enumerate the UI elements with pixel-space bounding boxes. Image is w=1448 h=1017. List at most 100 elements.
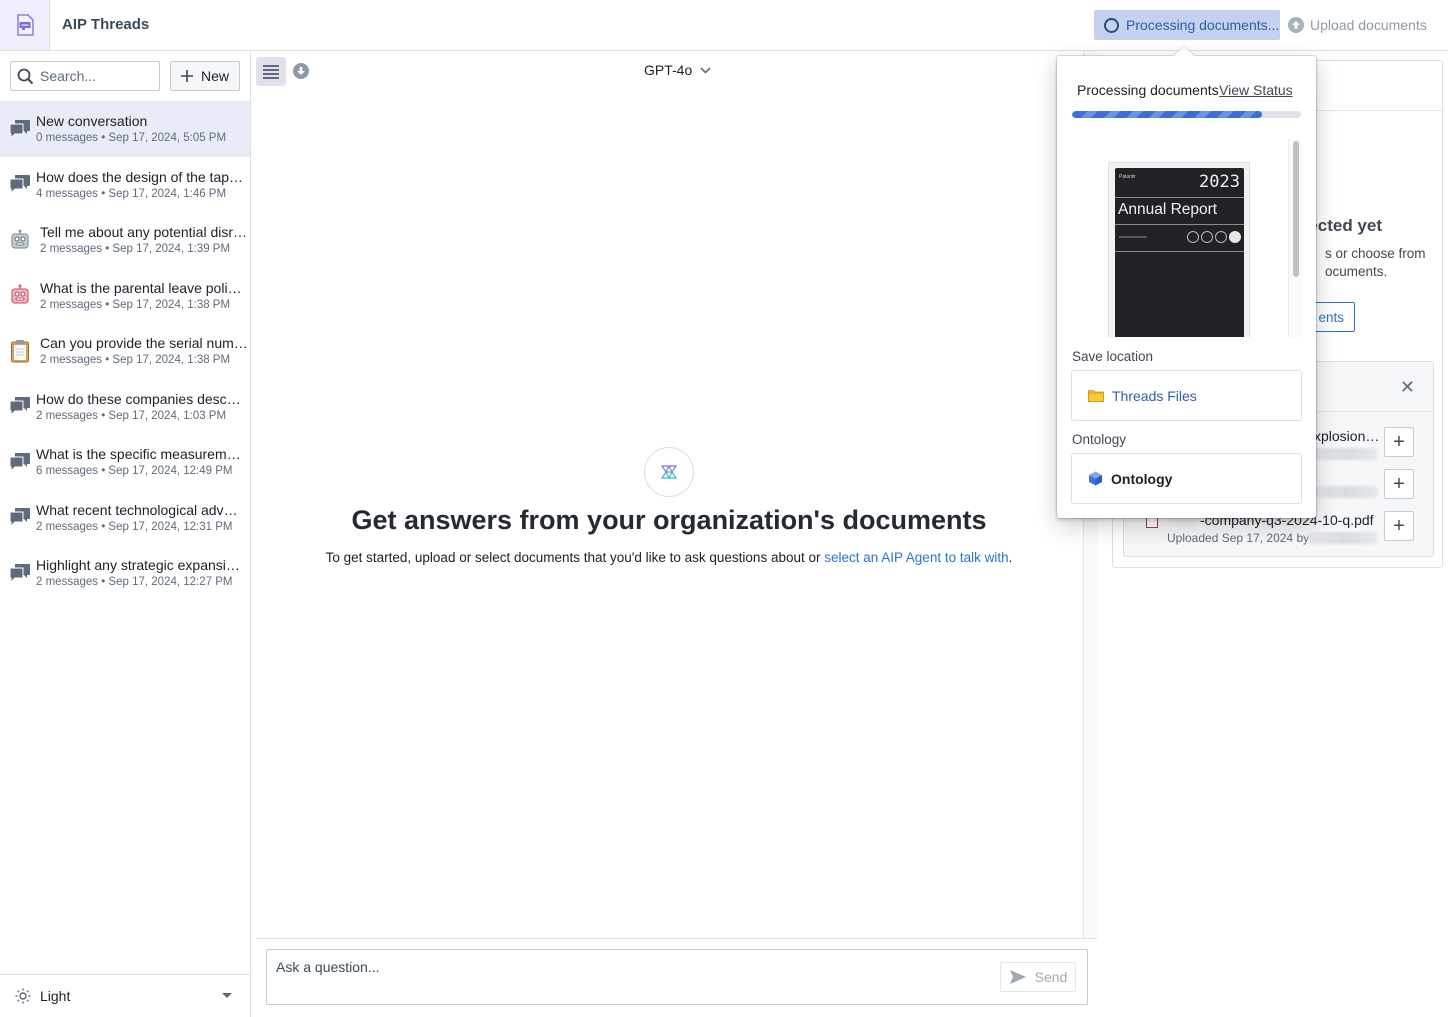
empty-state-text: s or choose from ocuments. <box>1325 246 1426 279</box>
document-preview-area: Palantir 2023 Annual Report <box>1072 140 1301 337</box>
add-document-button[interactable]: + <box>1384 469 1414 499</box>
conversation-item[interactable]: How do these companies describ… 2 messag… <box>0 379 250 435</box>
add-document-button[interactable]: + <box>1384 511 1414 541</box>
preview-scrollbar[interactable] <box>1288 139 1302 337</box>
redacted-text <box>1308 532 1378 544</box>
new-label: New <box>200 68 229 84</box>
app-icon[interactable] <box>0 0 50 50</box>
chat-bubbles-icon <box>8 561 32 585</box>
redacted-text <box>1314 448 1378 460</box>
ontology-value: Ontology <box>1111 470 1173 487</box>
hero-text: To get started, upload or select documen… <box>325 550 825 565</box>
search-input[interactable] <box>40 68 150 84</box>
app-title: AIP Threads <box>62 16 150 33</box>
send-label: Send <box>1034 969 1068 985</box>
save-location-selector[interactable]: Threads Files <box>1071 370 1302 421</box>
robot-gray-icon <box>8 228 32 252</box>
toggle-sidebar-button[interactable] <box>256 57 286 86</box>
chat-bubbles-icon <box>8 394 32 418</box>
chat-bubbles-icon <box>8 450 32 474</box>
conversation-list: New conversation 0 messages • Sep 17, 20… <box>0 101 250 601</box>
plus-icon <box>180 70 193 82</box>
document-meta: Uploaded Sep 17, 2024 by <box>1167 531 1310 545</box>
conversation-title: How does the design of the taper … <box>36 168 244 185</box>
processing-label: Processing documents... <box>1126 17 1280 33</box>
conversation-title: What is the parental leave policy? <box>40 279 248 296</box>
conversation-meta: 2 messages • Sep 17, 2024, 1:39 PM <box>40 243 231 256</box>
hero-description: To get started, upload or select documen… <box>251 550 1087 565</box>
close-icon[interactable]: ✕ <box>1400 378 1415 396</box>
conversation-title: New conversation <box>36 113 148 130</box>
processing-popover: Processing documents View Status Palanti… <box>1057 46 1316 518</box>
conversation-meta: 2 messages • Sep 17, 2024, 1:38 PM <box>40 354 231 367</box>
spinner-icon <box>1104 17 1119 33</box>
conversation-title: How do these companies describ… <box>36 390 244 407</box>
popover-title: Processing documents <box>1077 82 1219 98</box>
scrollbar-thumb[interactable] <box>1293 141 1299 277</box>
conversation-item[interactable]: What is the parental leave policy? 2 mes… <box>0 268 250 324</box>
document-cover: Palantir 2023 Annual Report <box>1115 168 1244 337</box>
add-document-button[interactable]: + <box>1384 427 1414 457</box>
conversation-item[interactable]: Highlight any strategic expansion… 2 mes… <box>0 545 250 601</box>
cover-small-text <box>1119 236 1147 238</box>
list-icon <box>263 64 279 79</box>
cube-icon <box>1089 471 1102 486</box>
conversation-item[interactable]: What is the specific measuremen… 6 messa… <box>0 434 250 490</box>
document-year: 2023 <box>1199 172 1240 192</box>
conversation-meta: 2 messages • Sep 17, 2024, 1:03 PM <box>36 409 227 422</box>
conversation-title: Can you provide the serial numb… <box>40 335 248 352</box>
cover-rule <box>1115 197 1244 198</box>
search-field[interactable] <box>10 61 160 91</box>
view-status-link[interactable]: View Status <box>1219 82 1293 98</box>
chat-bubbles-icon <box>8 505 32 529</box>
hero-title: Get answers from your organization's doc… <box>351 505 987 535</box>
aip-logo <box>644 447 694 497</box>
theme-selector[interactable]: Light <box>0 974 250 1017</box>
top-bar: AIP Threads Processing documents... Uplo… <box>0 0 1448 51</box>
conversation-title: What is the specific measuremen… <box>36 446 244 463</box>
ontology-selector[interactable]: Ontology <box>1071 453 1302 504</box>
conversation-title: What recent technological advan… <box>36 501 244 518</box>
model-name: GPT-4o <box>644 62 693 78</box>
caret-down-icon <box>222 993 232 998</box>
conversation-item[interactable]: How does the design of the taper … 4 mes… <box>0 157 250 213</box>
conversation-item[interactable]: New conversation 0 messages • Sep 17, 20… <box>0 101 250 157</box>
conversation-item[interactable]: Tell me about any potential disr… 2 mess… <box>0 212 250 268</box>
divider <box>256 938 1097 939</box>
conversation-meta: 0 messages • Sep 17, 2024, 5:05 PM <box>36 132 227 145</box>
cover-circles <box>1187 231 1241 243</box>
robot-pink-icon <box>8 283 32 307</box>
folder-icon <box>1088 390 1104 402</box>
send-button[interactable]: Send <box>1000 962 1076 992</box>
save-location-label: Save location <box>1072 349 1154 364</box>
chat-bubbles-icon <box>8 117 32 141</box>
redacted-text <box>1314 486 1378 498</box>
upload-label: Upload documents <box>1310 17 1427 33</box>
conversation-item[interactable]: Can you provide the serial numb… 2 messa… <box>0 323 250 379</box>
conversation-item[interactable]: What recent technological advan… 2 messa… <box>0 490 250 546</box>
main-panel: GPT-4o Get answers from your organizatio… <box>251 51 1097 1017</box>
sun-icon <box>15 988 31 1004</box>
upload-documents-button[interactable]: Upload documents <box>1288 10 1427 40</box>
empty-state-title: ected yet <box>1308 216 1382 235</box>
question-input[interactable] <box>276 959 996 989</box>
progress-fill <box>1072 111 1263 118</box>
document-thumbnail[interactable]: Palantir 2023 Annual Report <box>1108 162 1250 337</box>
select-agent-link[interactable]: select an AIP Agent to talk with <box>824 550 1008 565</box>
cover-rule <box>1115 251 1244 252</box>
conversation-meta: 2 messages • Sep 17, 2024, 12:27 PM <box>36 576 233 589</box>
model-selector[interactable]: GPT-4o <box>644 62 711 78</box>
processing-documents-button[interactable]: Processing documents... <box>1094 10 1280 40</box>
chat-bubbles-icon <box>8 172 32 196</box>
download-icon[interactable] <box>293 63 309 79</box>
document-title: Annual Report <box>1118 201 1218 218</box>
save-location-value: Threads Files <box>1112 387 1197 404</box>
conversation-meta: 2 messages • Sep 17, 2024, 12:31 PM <box>36 520 233 533</box>
conversation-meta: 6 messages • Sep 17, 2024, 12:49 PM <box>36 465 233 478</box>
new-conversation-button[interactable]: New <box>170 61 240 91</box>
threads-app-icon <box>16 14 34 36</box>
cover-rule <box>1115 224 1244 225</box>
document-name: xplosion… <box>1314 428 1380 444</box>
upload-icon <box>1288 17 1304 33</box>
search-icon <box>17 68 34 84</box>
